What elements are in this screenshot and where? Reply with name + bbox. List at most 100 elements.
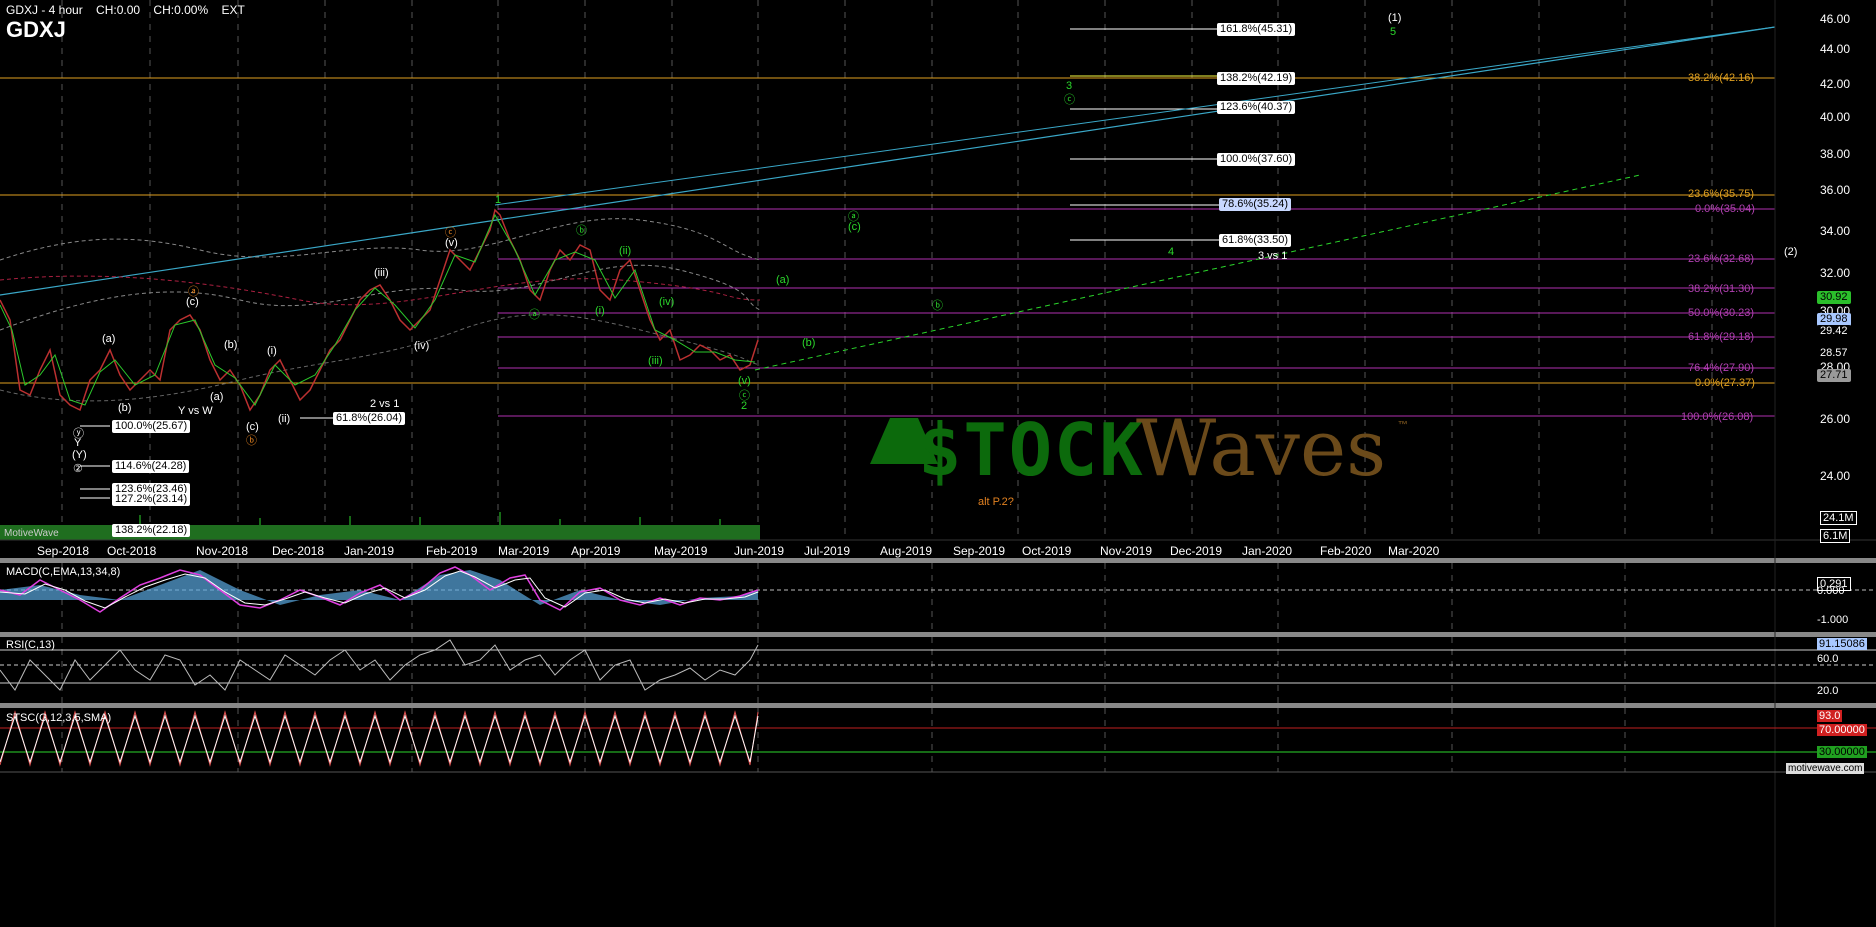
watermark-tm: ™ [1398, 420, 1408, 431]
session-label: EXT [221, 3, 245, 17]
fib-target-box: 61.8%(26.04) [333, 412, 406, 425]
wave-count-label: alt P.2? [978, 496, 1014, 508]
wave-count-label: ⓒ [1064, 94, 1075, 106]
wave-count-label: (Y) [72, 449, 87, 461]
fib-target-box: 161.8%(45.31) [1217, 23, 1296, 36]
price-marker: 27.71 [1817, 369, 1851, 382]
wave-count-label: (2) [1784, 246, 1798, 258]
wave-count-label: Y vs W [178, 405, 213, 417]
wave-count-label: (ii) [619, 245, 632, 257]
y-axis-tick: 42.00 [1820, 77, 1851, 91]
y-axis-tick: 38.00 [1820, 147, 1851, 161]
x-axis-label: Mar-2020 [1388, 544, 1440, 558]
wave-count-label: (b) [802, 337, 816, 349]
x-axis-label: Nov-2018 [196, 544, 249, 558]
fib-target-box: 78.6%(35.24) [1219, 198, 1292, 211]
volume-tick: 6.1M [1820, 529, 1851, 543]
fib-level-label: 0.0%(35.04) [1695, 203, 1755, 215]
wave-count-label: (c) [848, 221, 861, 233]
x-axis-label: Jan-2019 [344, 544, 395, 558]
fib-target-box: 114.6%(24.28) [112, 460, 190, 473]
x-axis-label: Sep-2019 [953, 544, 1006, 558]
y-axis-tick: 40.00 [1820, 110, 1851, 124]
wave-count-label: 3 vs 1 [1258, 250, 1288, 262]
y-axis-tick: 24.00 [1820, 469, 1851, 483]
wave-count-label: ⓑ [246, 435, 257, 447]
fib-target-box: 123.6%(40.37) [1217, 101, 1296, 114]
price-marker: 28.57 [1817, 347, 1851, 360]
x-axis-label: Jul-2019 [804, 544, 851, 558]
pane-axis-tick: 93.0 [1817, 710, 1843, 722]
wave-count-label: (1) [1388, 12, 1402, 24]
wave-count-label: ② [73, 463, 83, 475]
wave-count-label: (v) [738, 375, 751, 387]
x-axis-label: Dec-2018 [272, 544, 325, 558]
wave-count-label: (iv) [659, 296, 675, 308]
pane-axis-tick: 30.00000 [1817, 746, 1867, 758]
x-axis-label: Jun-2019 [734, 544, 785, 558]
wave-count-label: (iv) [414, 340, 430, 352]
wave-count-label: (ii) [278, 413, 291, 425]
pane-axis-tick: 60.0 [1817, 653, 1839, 665]
fib-level-label: 61.8%(29.18) [1688, 331, 1755, 343]
x-axis-label: Dec-2019 [1170, 544, 1223, 558]
x-axis-label: Feb-2020 [1320, 544, 1372, 558]
symbol-label: GDXJ [6, 17, 66, 42]
y-axis-tick: 46.00 [1820, 12, 1851, 26]
fib-target-box: 138.2%(22.18) [112, 524, 191, 537]
fib-level-label: 38.2%(42.16) [1688, 72, 1755, 84]
wave-count-label: (iii) [648, 355, 663, 367]
fib-target-box: 61.8%(33.50) [1219, 234, 1292, 247]
x-axis-label: Jan-2020 [1242, 544, 1293, 558]
wave-count-label: 2 vs 1 [370, 398, 400, 410]
change-value: CH:0.00 [96, 3, 141, 17]
pane-axis-tick: 0.000 [1817, 585, 1845, 597]
x-axis-label: Nov-2019 [1100, 544, 1153, 558]
fib-target-box: 100.0%(25.67) [112, 420, 191, 433]
wave-count-label: (iii) [374, 267, 389, 279]
rsi-label: RSI(C,13) [6, 639, 55, 651]
wave-count-label: ⓑ [576, 225, 587, 237]
wave-count-label: 4 [1168, 246, 1175, 258]
volume-tick: 24.1M [1820, 511, 1857, 525]
x-axis-label: Oct-2018 [107, 544, 157, 558]
fib-target-box: 138.2%(42.19) [1217, 72, 1296, 85]
wave-count-label: (a) [210, 391, 224, 403]
wave-count-label: (a) [776, 274, 790, 286]
pane-axis-tick: -1.000 [1817, 614, 1849, 626]
wave-count-label: (i) [267, 345, 277, 357]
wave-count-label: ⓨ [73, 428, 84, 440]
vendor-label: MotiveWave [4, 528, 59, 539]
wave-count-label: ⓑ [932, 300, 943, 312]
wave-count-label: (b) [224, 339, 238, 351]
wave-count-label: 2 [741, 400, 748, 412]
fib-level-label: 23.6%(35.75) [1688, 188, 1755, 200]
fib-level-label: 50.0%(30.23) [1688, 307, 1755, 319]
x-axis-label: May-2019 [654, 544, 708, 558]
fib-level-label: 0.0%(27.37) [1695, 377, 1755, 389]
watermark-stock: $TOCK [918, 408, 1145, 492]
x-axis-label: Feb-2019 [426, 544, 478, 558]
stsc-label: STSC(C,12,3,5,SMA) [6, 712, 112, 724]
watermark-waves: Waves [1136, 404, 1387, 494]
y-axis-tick: 26.00 [1820, 412, 1851, 426]
x-axis-label: Sep-2018 [37, 544, 90, 558]
wave-count-label: ⓐ [529, 309, 540, 321]
chart-header: GDXJ - 4 hour CH:0.00 CH:0.00% EXT [6, 3, 255, 17]
x-axis-label: Oct-2019 [1022, 544, 1072, 558]
fib-level-label: 23.6%(32.68) [1688, 253, 1755, 265]
fib-target-box: 127.2%(23.14) [112, 493, 191, 506]
pane-axis-tick: 91.15086 [1817, 638, 1867, 650]
wave-count-label: (b) [118, 402, 132, 414]
y-axis-tick: 32.00 [1820, 266, 1851, 280]
x-axis-label: Mar-2019 [498, 544, 550, 558]
change-percent: CH:0.00% [153, 3, 209, 17]
price-marker: 29.42 [1817, 325, 1851, 338]
x-axis-label: Apr-2019 [571, 544, 621, 558]
wave-count-label: 5 [1390, 26, 1397, 38]
fib-level-label: 100.0%(26.08) [1681, 411, 1754, 423]
x-axis-label: Aug-2019 [880, 544, 933, 558]
pane-axis-tick: 20.0 [1817, 685, 1839, 697]
wave-count-label: (a) [102, 333, 116, 345]
fib-level-label: 76.4%(27.90) [1688, 362, 1755, 374]
